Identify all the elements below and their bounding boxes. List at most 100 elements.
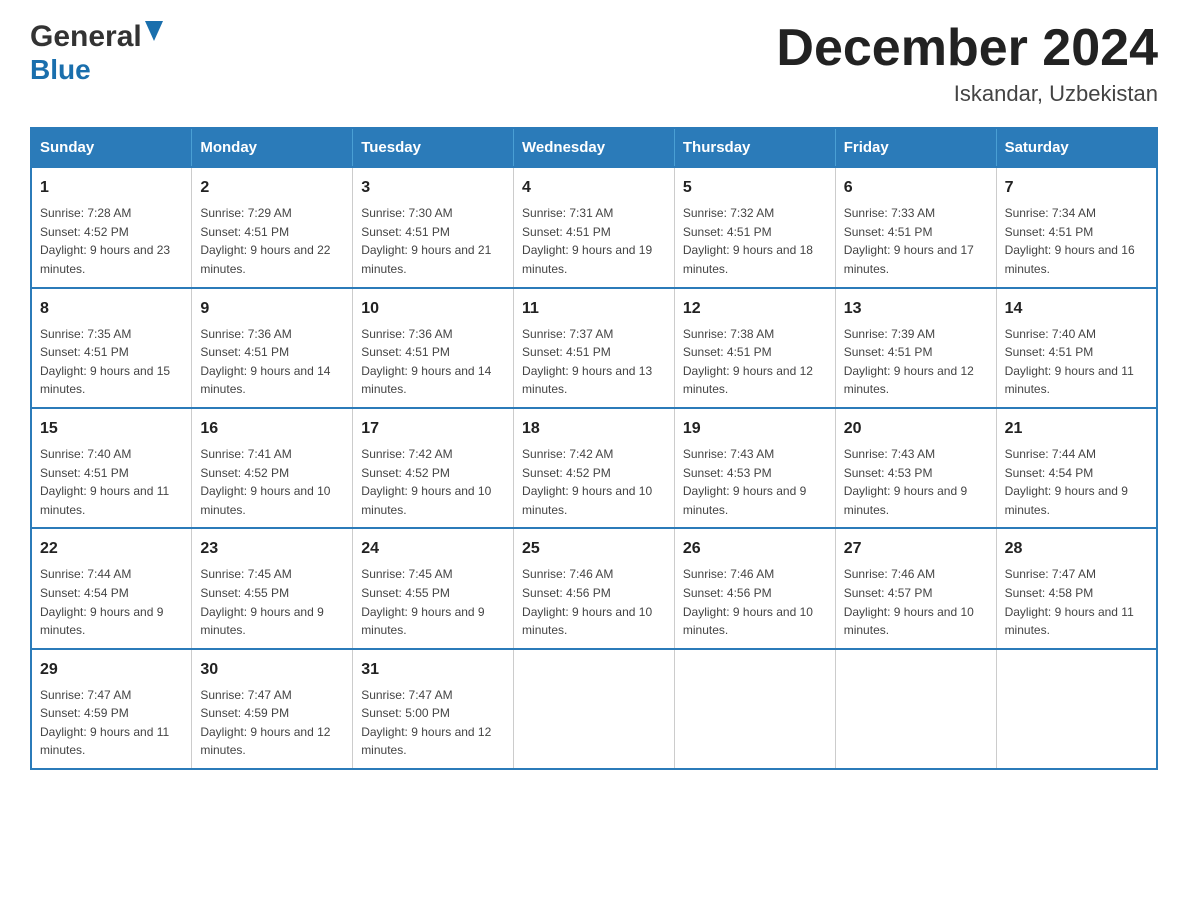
day-number: 5 [683,176,827,200]
day-of-week-header: Monday [192,128,353,167]
day-info: Sunrise: 7:40 AMSunset: 4:51 PMDaylight:… [1005,325,1148,399]
calendar-day-cell [674,649,835,769]
calendar-day-cell [835,649,996,769]
day-info: Sunrise: 7:38 AMSunset: 4:51 PMDaylight:… [683,325,827,399]
day-info: Sunrise: 7:44 AMSunset: 4:54 PMDaylight:… [1005,445,1148,519]
calendar-day-cell: 20 Sunrise: 7:43 AMSunset: 4:53 PMDayligh… [835,408,996,528]
calendar-day-cell: 24Sunrise: 7:45 AMSunset: 4:55 PMDayligh… [353,528,514,648]
day-of-week-header: Thursday [674,128,835,167]
day-number: 8 [40,297,183,321]
calendar-day-cell: 3 Sunrise: 7:30 AMSunset: 4:51 PMDaylight… [353,167,514,287]
day-number: 6 [844,176,988,200]
day-number: 14 [1005,297,1148,321]
day-number: 20 [844,417,988,441]
calendar-day-cell: 27 Sunrise: 7:46 AMSunset: 4:57 PMDayligh… [835,528,996,648]
day-info: Sunrise: 7:32 AMSunset: 4:51 PMDaylight:… [683,204,827,278]
calendar-day-cell: 11 Sunrise: 7:37 AMSunset: 4:51 PMDayligh… [514,288,675,408]
day-info: Sunrise: 7:43 AMSunset: 4:53 PMDaylight:… [844,445,988,519]
day-info: Sunrise: 7:28 AMSunset: 4:52 PMDaylight:… [40,204,183,278]
calendar-day-cell: 9Sunrise: 7:36 AMSunset: 4:51 PMDaylight… [192,288,353,408]
day-number: 31 [361,658,505,682]
calendar-day-cell: 2 Sunrise: 7:29 AMSunset: 4:51 PMDaylight… [192,167,353,287]
calendar-table: SundayMondayTuesdayWednesdayThursdayFrid… [30,127,1158,770]
day-number: 1 [40,176,183,200]
day-number: 23 [200,537,344,561]
calendar-day-cell: 23 Sunrise: 7:45 AMSunset: 4:55 PMDayligh… [192,528,353,648]
day-info: Sunrise: 7:41 AMSunset: 4:52 PMDaylight:… [200,445,344,519]
calendar-day-cell: 25 Sunrise: 7:46 AMSunset: 4:56 PMDayligh… [514,528,675,648]
day-info: Sunrise: 7:36 AMSunset: 4:51 PMDaylight:… [361,325,505,399]
logo-blue-text: Blue [30,54,91,86]
calendar-day-cell: 8 Sunrise: 7:35 AMSunset: 4:51 PMDaylight… [31,288,192,408]
calendar-day-cell: 17 Sunrise: 7:42 AMSunset: 4:52 PMDayligh… [353,408,514,528]
day-number: 28 [1005,537,1148,561]
day-number: 30 [200,658,344,682]
day-info: Sunrise: 7:30 AMSunset: 4:51 PMDaylight:… [361,204,505,278]
calendar-day-cell: 31Sunrise: 7:47 AMSunset: 5:00 PMDayligh… [353,649,514,769]
day-number: 21 [1005,417,1148,441]
day-number: 29 [40,658,183,682]
logo-general-text: General [30,20,142,54]
day-number: 2 [200,176,344,200]
day-number: 18 [522,417,666,441]
day-info: Sunrise: 7:31 AMSunset: 4:51 PMDaylight:… [522,204,666,278]
calendar-week-row: 1 Sunrise: 7:28 AMSunset: 4:52 PMDaylight… [31,167,1157,287]
day-number: 25 [522,537,666,561]
calendar-day-cell: 19Sunrise: 7:43 AMSunset: 4:53 PMDayligh… [674,408,835,528]
day-info: Sunrise: 7:45 AMSunset: 4:55 PMDaylight:… [200,565,344,639]
day-number: 12 [683,297,827,321]
day-number: 4 [522,176,666,200]
calendar-day-cell: 7Sunrise: 7:34 AMSunset: 4:51 PMDaylight… [996,167,1157,287]
day-of-week-header: Saturday [996,128,1157,167]
day-number: 3 [361,176,505,200]
calendar-day-cell: 4 Sunrise: 7:31 AMSunset: 4:51 PMDaylight… [514,167,675,287]
day-info: Sunrise: 7:40 AMSunset: 4:51 PMDaylight:… [40,445,183,519]
calendar-day-cell [996,649,1157,769]
calendar-day-cell: 10Sunrise: 7:36 AMSunset: 4:51 PMDayligh… [353,288,514,408]
calendar-day-cell: 14 Sunrise: 7:40 AMSunset: 4:51 PMDayligh… [996,288,1157,408]
calendar-day-cell: 13 Sunrise: 7:39 AMSunset: 4:51 PMDayligh… [835,288,996,408]
calendar-week-row: 22Sunrise: 7:44 AMSunset: 4:54 PMDayligh… [31,528,1157,648]
day-info: Sunrise: 7:42 AMSunset: 4:52 PMDaylight:… [522,445,666,519]
location-text: Iskandar, Uzbekistan [776,81,1158,107]
day-info: Sunrise: 7:37 AMSunset: 4:51 PMDaylight:… [522,325,666,399]
day-number: 9 [200,297,344,321]
day-info: Sunrise: 7:44 AMSunset: 4:54 PMDaylight:… [40,565,183,639]
day-info: Sunrise: 7:43 AMSunset: 4:53 PMDaylight:… [683,445,827,519]
calendar-day-cell: 16 Sunrise: 7:41 AMSunset: 4:52 PMDayligh… [192,408,353,528]
day-number: 24 [361,537,505,561]
day-number: 27 [844,537,988,561]
day-info: Sunrise: 7:29 AMSunset: 4:51 PMDaylight:… [200,204,344,278]
calendar-week-row: 8 Sunrise: 7:35 AMSunset: 4:51 PMDaylight… [31,288,1157,408]
day-info: Sunrise: 7:47 AMSunset: 4:58 PMDaylight:… [1005,565,1148,639]
day-info: Sunrise: 7:46 AMSunset: 4:57 PMDaylight:… [844,565,988,639]
day-number: 13 [844,297,988,321]
day-info: Sunrise: 7:35 AMSunset: 4:51 PMDaylight:… [40,325,183,399]
calendar-day-cell: 29Sunrise: 7:47 AMSunset: 4:59 PMDayligh… [31,649,192,769]
day-number: 16 [200,417,344,441]
calendar-day-cell: 21 Sunrise: 7:44 AMSunset: 4:54 PMDayligh… [996,408,1157,528]
title-section: December 2024 Iskandar, Uzbekistan [776,20,1158,107]
logo: General Blue [30,20,163,86]
day-info: Sunrise: 7:42 AMSunset: 4:52 PMDaylight:… [361,445,505,519]
calendar-day-cell: 26Sunrise: 7:46 AMSunset: 4:56 PMDayligh… [674,528,835,648]
day-of-week-header: Friday [835,128,996,167]
page-header: General Blue December 2024 Iskandar, Uzb… [30,20,1158,107]
logo-triangle-icon [145,21,163,46]
calendar-day-cell: 30 Sunrise: 7:47 AMSunset: 4:59 PMDayligh… [192,649,353,769]
calendar-header-row: SundayMondayTuesdayWednesdayThursdayFrid… [31,128,1157,167]
calendar-week-row: 29 Sunrise: 7:47 AMSunset: 4:59 PMDayligh… [31,649,1157,769]
day-number: 11 [522,297,666,321]
day-info: Sunrise: 7:34 AMSunset: 4:51 PMDaylight:… [1005,204,1148,278]
calendar-day-cell: 12 Sunrise: 7:38 AMSunset: 4:51 PMDayligh… [674,288,835,408]
calendar-day-cell: 18 Sunrise: 7:42 AMSunset: 4:52 PMDayligh… [514,408,675,528]
calendar-day-cell: 28 Sunrise: 7:47 AMSunset: 4:58 PMDayligh… [996,528,1157,648]
day-info: Sunrise: 7:47 AMSunset: 4:59 PMDaylight:… [200,686,344,760]
day-info: Sunrise: 7:39 AMSunset: 4:51 PMDaylight:… [844,325,988,399]
calendar-day-cell: 15Sunrise: 7:40 AMSunset: 4:51 PMDayligh… [31,408,192,528]
day-info: Sunrise: 7:46 AMSunset: 4:56 PMDaylight:… [522,565,666,639]
calendar-week-row: 15Sunrise: 7:40 AMSunset: 4:51 PMDayligh… [31,408,1157,528]
calendar-day-cell: 22Sunrise: 7:44 AMSunset: 4:54 PMDayligh… [31,528,192,648]
day-number: 17 [361,417,505,441]
month-title: December 2024 [776,20,1158,77]
